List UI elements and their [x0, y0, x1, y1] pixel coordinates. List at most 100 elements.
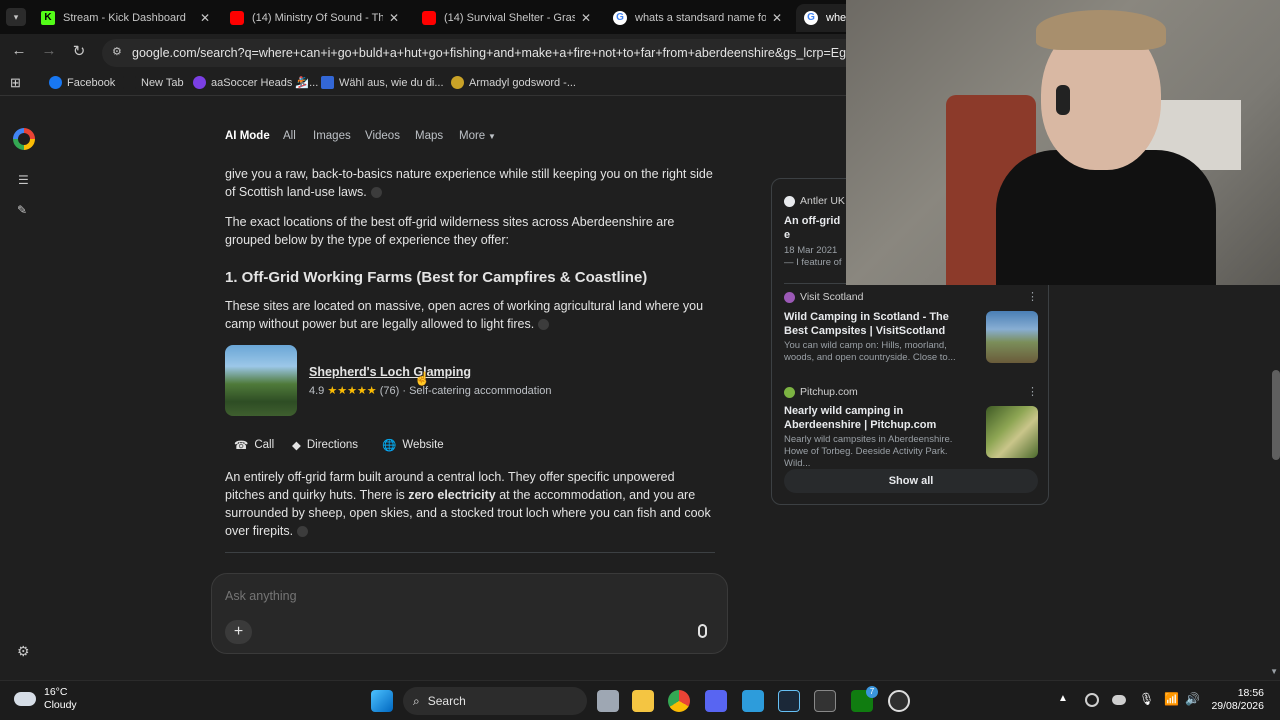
answer-paragraph-4: An entirely off-grid farm built around a…: [225, 468, 715, 540]
call-button[interactable]: ☎ Call: [234, 433, 274, 457]
google-logo-icon[interactable]: [13, 128, 35, 150]
source-antler[interactable]: Antler UK: [784, 195, 845, 207]
chrome-icon[interactable]: [668, 690, 690, 712]
settings-icon[interactable]: ⚙: [17, 643, 30, 660]
bookmark-new-tab[interactable]: New Tab: [123, 76, 184, 89]
answer-heading: 1. Off-Grid Working Farms (Best for Camp…: [225, 269, 648, 286]
close-tab-icon[interactable]: ✕: [200, 11, 210, 25]
globe-icon: [451, 76, 464, 89]
filter-maps[interactable]: Maps: [415, 130, 443, 142]
volume-icon[interactable]: 🔊: [1185, 692, 1200, 706]
app-icon[interactable]: [814, 690, 836, 712]
file-explorer-icon[interactable]: [632, 690, 654, 712]
windows-taskbar: 16°C Cloudy ⌕ Search 7 ▲ 🎙 📶 🔊 18:56 29/…: [0, 680, 1280, 720]
bookmark-facebook[interactable]: Facebook: [49, 76, 115, 89]
filter-videos[interactable]: Videos: [365, 130, 400, 142]
chevron-up-icon[interactable]: ▲: [1058, 693, 1068, 704]
source-pitchup[interactable]: Pitchup.com: [784, 386, 858, 398]
more-options-icon[interactable]: ⋮: [1027, 385, 1038, 398]
source-title[interactable]: Nearly wild camping in Aberdeenshire | P…: [784, 404, 974, 432]
source-name: Antler UK: [800, 195, 845, 207]
new-chat-icon[interactable]: ✎: [17, 203, 27, 217]
bookmark-label: Armadyl godsword -...: [469, 76, 576, 89]
scroll-down-icon[interactable]: ▼: [1270, 667, 1278, 676]
bookmark-wahl-aus[interactable]: Wähl aus, wie du di...: [321, 76, 444, 89]
apps-icon[interactable]: ⊞: [10, 75, 21, 91]
source-title[interactable]: An off-grid e Aberdeenshi: [784, 214, 848, 242]
address-bar-url: google.com/search?q=where+can+i+go+buld+…: [132, 46, 873, 60]
taskbar-search-box[interactable]: ⌕ Search: [403, 687, 587, 715]
close-tab-icon[interactable]: ✕: [772, 11, 782, 25]
answer-text: The exact locations of the best off-grid…: [225, 215, 675, 247]
obs-icon[interactable]: [888, 690, 910, 712]
site-info-icon[interactable]: ⚙: [112, 45, 122, 58]
ask-input[interactable]: [225, 586, 665, 606]
place-rating-row: 4.9 ★★★★★ (76) · Self-catering accommoda…: [309, 384, 552, 397]
source-thumbnail[interactable]: [986, 406, 1038, 458]
bookmark-label: Facebook: [67, 76, 116, 89]
close-tab-icon[interactable]: ✕: [389, 11, 399, 25]
link-icon[interactable]: [297, 526, 309, 538]
answer-paragraph-1: give you a raw, back-to-basics nature ex…: [225, 165, 715, 201]
source-thumbnail[interactable]: [986, 311, 1038, 363]
tab-survival-shelter[interactable]: (14) Survival Shelter - Grass H ✕: [414, 4, 599, 32]
place-thumbnail[interactable]: [225, 345, 297, 416]
chevron-down-icon: ▼: [488, 132, 496, 141]
back-icon[interactable]: ←: [8, 42, 30, 59]
clock[interactable]: 18:56 29/08/2026: [1206, 687, 1264, 713]
source-visit-scotland[interactable]: Visit Scotland: [784, 291, 863, 303]
directions-icon: ◆: [292, 440, 301, 452]
webcam-overlay: [846, 0, 1280, 285]
menu-icon[interactable]: ☰: [18, 173, 29, 187]
filter-more[interactable]: More: [459, 130, 485, 142]
close-tab-icon[interactable]: ✕: [581, 11, 591, 25]
add-attachment-button[interactable]: +: [225, 620, 252, 644]
onedrive-icon[interactable]: [1112, 695, 1126, 705]
microphone-tray-icon[interactable]: 🎙: [1139, 692, 1154, 706]
visit-scotland-icon: [784, 291, 795, 303]
filter-all[interactable]: All: [283, 130, 296, 142]
filter-images[interactable]: Images: [313, 130, 351, 142]
bookmark-armadyl[interactable]: Armadyl godsword -...: [451, 76, 576, 89]
microphone-icon[interactable]: [698, 624, 707, 638]
call-label: Call: [254, 439, 275, 451]
photos-icon[interactable]: [742, 690, 764, 712]
windows-start-icon[interactable]: [371, 690, 393, 712]
bookmark-site-icon: [321, 76, 334, 89]
weather-widget[interactable]: 16°C Cloudy: [14, 686, 77, 712]
website-button[interactable]: 🌐 Website: [382, 433, 444, 457]
task-view-icon[interactable]: [597, 690, 619, 712]
weather-temp: 16°C: [44, 686, 68, 698]
xbox-badge: 7: [866, 686, 878, 698]
tab-standard-name[interactable]: G whats a standsard name for a ✕: [605, 4, 790, 32]
soccer-heads-icon: [193, 76, 206, 89]
wifi-icon[interactable]: 📶: [1164, 692, 1179, 706]
tab-title: (14) Ministry Of Sound - The A: [252, 12, 383, 24]
forward-icon[interactable]: →: [38, 42, 60, 59]
link-icon[interactable]: [370, 187, 382, 199]
link-icon[interactable]: [538, 319, 550, 331]
reload-icon[interactable]: ↻: [68, 42, 90, 60]
filter-ai-mode[interactable]: AI Mode: [225, 130, 270, 142]
place-reviews: (76): [379, 385, 400, 397]
page-scrollbar[interactable]: [1272, 370, 1280, 460]
tab-kick-dashboard[interactable]: K Stream - Kick Dashboard ✕: [33, 4, 218, 32]
source-desc: Nearly wild campsites in Aberdeenshire. …: [784, 434, 953, 469]
place-name[interactable]: Shepherd's Loch Glamping: [309, 365, 471, 379]
more-options-icon[interactable]: ⋮: [1027, 290, 1038, 303]
youtube-icon: [422, 11, 436, 25]
tray-app-icon[interactable]: [1085, 693, 1099, 707]
left-rail: ☰ ✎ ⚙: [0, 97, 48, 680]
bookmark-label: aaSoccer Heads 🏂...: [211, 77, 319, 89]
steam-icon[interactable]: [778, 690, 800, 712]
show-all-button[interactable]: Show all: [784, 469, 1038, 493]
directions-button[interactable]: ◆ Directions: [292, 433, 358, 457]
tab-ministry-of-sound[interactable]: (14) Ministry Of Sound - The A ✕: [222, 4, 407, 32]
bookmark-soccer-heads[interactable]: aaSoccer Heads 🏂...: [193, 76, 318, 89]
globe-icon: 🌐: [382, 440, 397, 452]
search-icon: ⌕: [413, 693, 420, 708]
show-all-label: Show all: [888, 475, 934, 487]
source-title[interactable]: Wild Camping in Scotland - The Best Camp…: [784, 310, 974, 338]
discord-icon[interactable]: [705, 690, 727, 712]
tab-search-dropdown-icon[interactable]: ▾: [6, 8, 26, 26]
